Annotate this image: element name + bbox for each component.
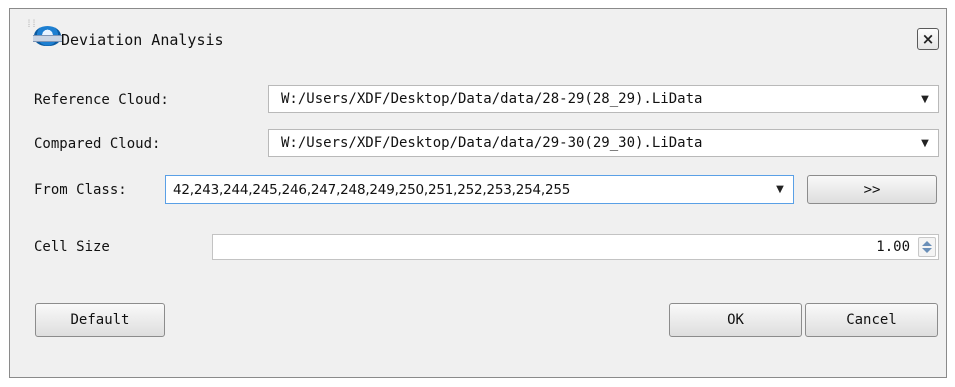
close-button[interactable]: ×	[917, 28, 939, 50]
title-bar: ⁞⁞ Deviation Analysis ×	[10, 9, 946, 65]
cell-size-value: 1.00	[876, 239, 910, 255]
compared-cloud-select[interactable]: W:/Users/XDF/Desktop/Data/data/29-30(29_…	[268, 129, 939, 157]
reference-cloud-value: W:/Users/XDF/Desktop/Data/data/28-29(28_…	[281, 91, 703, 107]
add-class-button[interactable]: >>	[807, 175, 937, 204]
close-icon: ×	[921, 29, 935, 48]
chevron-down-icon: ▼	[921, 137, 929, 149]
compared-cloud-value: W:/Users/XDF/Desktop/Data/data/29-30(29_…	[281, 135, 703, 151]
chevron-down-icon: ▼	[921, 93, 929, 105]
spin-down-icon[interactable]	[922, 248, 932, 253]
default-button[interactable]: Default	[35, 303, 165, 337]
from-class-value: 42,243,244,245,246,247,248,249,250,251,2…	[173, 181, 571, 198]
ok-button[interactable]: OK	[669, 303, 802, 337]
cell-size-label: Cell Size	[34, 239, 110, 255]
reference-cloud-select[interactable]: W:/Users/XDF/Desktop/Data/data/28-29(28_…	[268, 85, 939, 113]
spin-up-icon[interactable]	[922, 241, 932, 246]
spin-arrows[interactable]	[918, 237, 936, 257]
cell-size-spinbox[interactable]: 1.00	[212, 234, 939, 260]
cancel-button[interactable]: Cancel	[805, 303, 938, 337]
lidar-app-icon	[33, 26, 62, 46]
from-class-label: From Class:	[34, 182, 127, 198]
from-class-select[interactable]: 42,243,244,245,246,247,248,249,250,251,2…	[165, 175, 794, 204]
reference-cloud-label: Reference Cloud:	[34, 92, 169, 108]
chevron-down-icon: ▼	[776, 184, 784, 195]
grip-icon: ⁞⁞	[26, 19, 37, 30]
compared-cloud-label: Compared Cloud:	[34, 136, 161, 152]
deviation-analysis-dialog: ⁞⁞ Deviation Analysis × Reference Cloud:…	[9, 8, 947, 378]
dialog-title: Deviation Analysis	[61, 31, 224, 49]
